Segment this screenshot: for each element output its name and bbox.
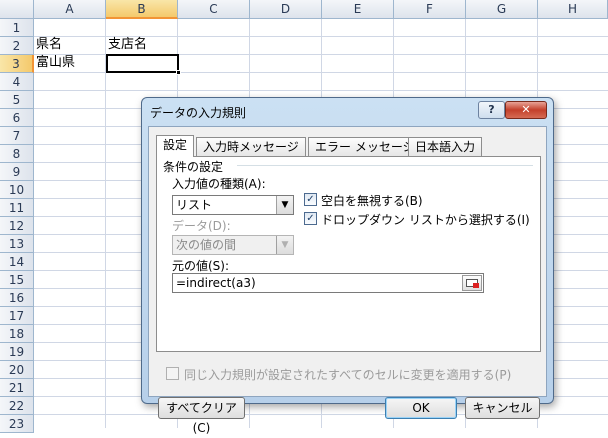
row-header[interactable]: 7 bbox=[0, 127, 34, 145]
allow-select[interactable]: リスト ▼ bbox=[172, 195, 294, 215]
tab-input-message[interactable]: 入力時メッセージ bbox=[196, 137, 306, 156]
fill-handle[interactable] bbox=[176, 70, 181, 75]
column-header-c[interactable]: C bbox=[178, 0, 250, 19]
range-select-icon[interactable] bbox=[462, 275, 482, 291]
select-all-corner[interactable] bbox=[0, 0, 34, 19]
row-header[interactable]: 3 bbox=[0, 55, 34, 73]
data-select: 次の値の間 ▼ bbox=[172, 235, 294, 255]
row-header[interactable]: 23 bbox=[0, 415, 34, 433]
row-header[interactable]: 14 bbox=[0, 253, 34, 271]
source-label: 元の値(S): bbox=[172, 259, 230, 273]
column-header-a[interactable]: A bbox=[34, 0, 106, 19]
cell-a3[interactable]: 富山県 bbox=[36, 54, 75, 72]
column-header-b[interactable]: B bbox=[106, 0, 178, 19]
active-cell-b3[interactable] bbox=[106, 54, 181, 75]
data-select-value: 次の値の間 bbox=[176, 238, 237, 252]
row-header[interactable]: 15 bbox=[0, 271, 34, 289]
cancel-button[interactable]: キャンセル bbox=[465, 397, 540, 419]
column-header-f[interactable]: F bbox=[394, 0, 466, 19]
dialog-titlebar[interactable]: データの入力規則 ? ✕ bbox=[142, 98, 553, 126]
cell-a2[interactable]: 県名 bbox=[36, 36, 62, 54]
row-header[interactable]: 18 bbox=[0, 325, 34, 343]
source-input-value: =indirect(a3) bbox=[176, 276, 256, 290]
column-header-g[interactable]: G bbox=[466, 0, 538, 19]
tab-error-message[interactable]: エラー メッセージ bbox=[308, 137, 422, 156]
dropdown-checkbox[interactable]: ✓ bbox=[304, 212, 317, 225]
section-divider bbox=[237, 165, 533, 166]
column-header-d[interactable]: D bbox=[250, 0, 322, 19]
row-header[interactable]: 11 bbox=[0, 199, 34, 217]
help-button[interactable]: ? bbox=[478, 101, 505, 119]
row-header[interactable]: 5 bbox=[0, 91, 34, 109]
row-header[interactable]: 20 bbox=[0, 361, 34, 379]
dialog-title: データの入力規則 bbox=[150, 106, 247, 120]
row-header[interactable]: 19 bbox=[0, 343, 34, 361]
column-header-h[interactable]: H bbox=[538, 0, 608, 19]
column-header-e[interactable]: E bbox=[322, 0, 394, 19]
ignore-blank-label[interactable]: 空白を無視する(B) bbox=[321, 192, 423, 209]
row-header[interactable]: 10 bbox=[0, 181, 34, 199]
ignore-blank-checkbox[interactable]: ✓ bbox=[304, 193, 317, 206]
ok-button[interactable]: OK bbox=[385, 397, 457, 419]
row-header[interactable]: 9 bbox=[0, 163, 34, 181]
row-header[interactable]: 6 bbox=[0, 109, 34, 127]
apply-all-checkbox bbox=[166, 367, 179, 380]
row-header[interactable]: 12 bbox=[0, 217, 34, 235]
data-label: データ(D): bbox=[172, 219, 231, 233]
chevron-down-icon[interactable]: ▼ bbox=[276, 196, 293, 214]
chevron-down-icon: ▼ bbox=[276, 236, 293, 254]
allow-select-value: リスト bbox=[176, 198, 213, 212]
source-input[interactable]: =indirect(a3) bbox=[172, 273, 484, 293]
dropdown-label[interactable]: ドロップダウン リストから選択する(I) bbox=[321, 211, 530, 228]
row-header[interactable]: 16 bbox=[0, 289, 34, 307]
tab-settings[interactable]: 設定 bbox=[156, 135, 195, 157]
row-header[interactable]: 21 bbox=[0, 379, 34, 397]
dialog-body: 設定 入力時メッセージ エラー メッセージ 日本語入力 条件の設定 入力値の種類… bbox=[148, 126, 547, 435]
clear-all-button[interactable]: すべてクリア(C) bbox=[158, 397, 245, 435]
section-heading: 条件の設定 bbox=[163, 160, 224, 174]
allow-label: 入力値の種類(A): bbox=[172, 177, 266, 191]
close-button[interactable]: ✕ bbox=[505, 101, 547, 119]
cell-b2[interactable]: 支店名 bbox=[108, 36, 147, 54]
settings-panel: 条件の設定 入力値の種類(A): リスト ▼ ✓ 空白を無視する(B) ✓ ドロ… bbox=[156, 156, 541, 352]
row-header[interactable]: 17 bbox=[0, 307, 34, 325]
apply-all-label: 同じ入力規則が設定されたすべてのセルに変更を適用する(P) bbox=[184, 368, 512, 382]
row-header[interactable]: 4 bbox=[0, 73, 34, 91]
row-headers: 1 2 3 4 5 6 7 8 9 10 11 12 13 14 15 16 1… bbox=[0, 19, 34, 433]
row-header[interactable]: 8 bbox=[0, 145, 34, 163]
column-headers: A B C D E F G H bbox=[34, 0, 608, 19]
data-validation-dialog: データの入力規則 ? ✕ 設定 入力時メッセージ エラー メッセージ 日本語入力… bbox=[141, 97, 554, 435]
row-header[interactable]: 1 bbox=[0, 19, 34, 37]
row-header[interactable]: 2 bbox=[0, 37, 34, 55]
row-header[interactable]: 13 bbox=[0, 235, 34, 253]
row-header[interactable]: 22 bbox=[0, 397, 34, 415]
tab-ime[interactable]: 日本語入力 bbox=[408, 137, 483, 156]
